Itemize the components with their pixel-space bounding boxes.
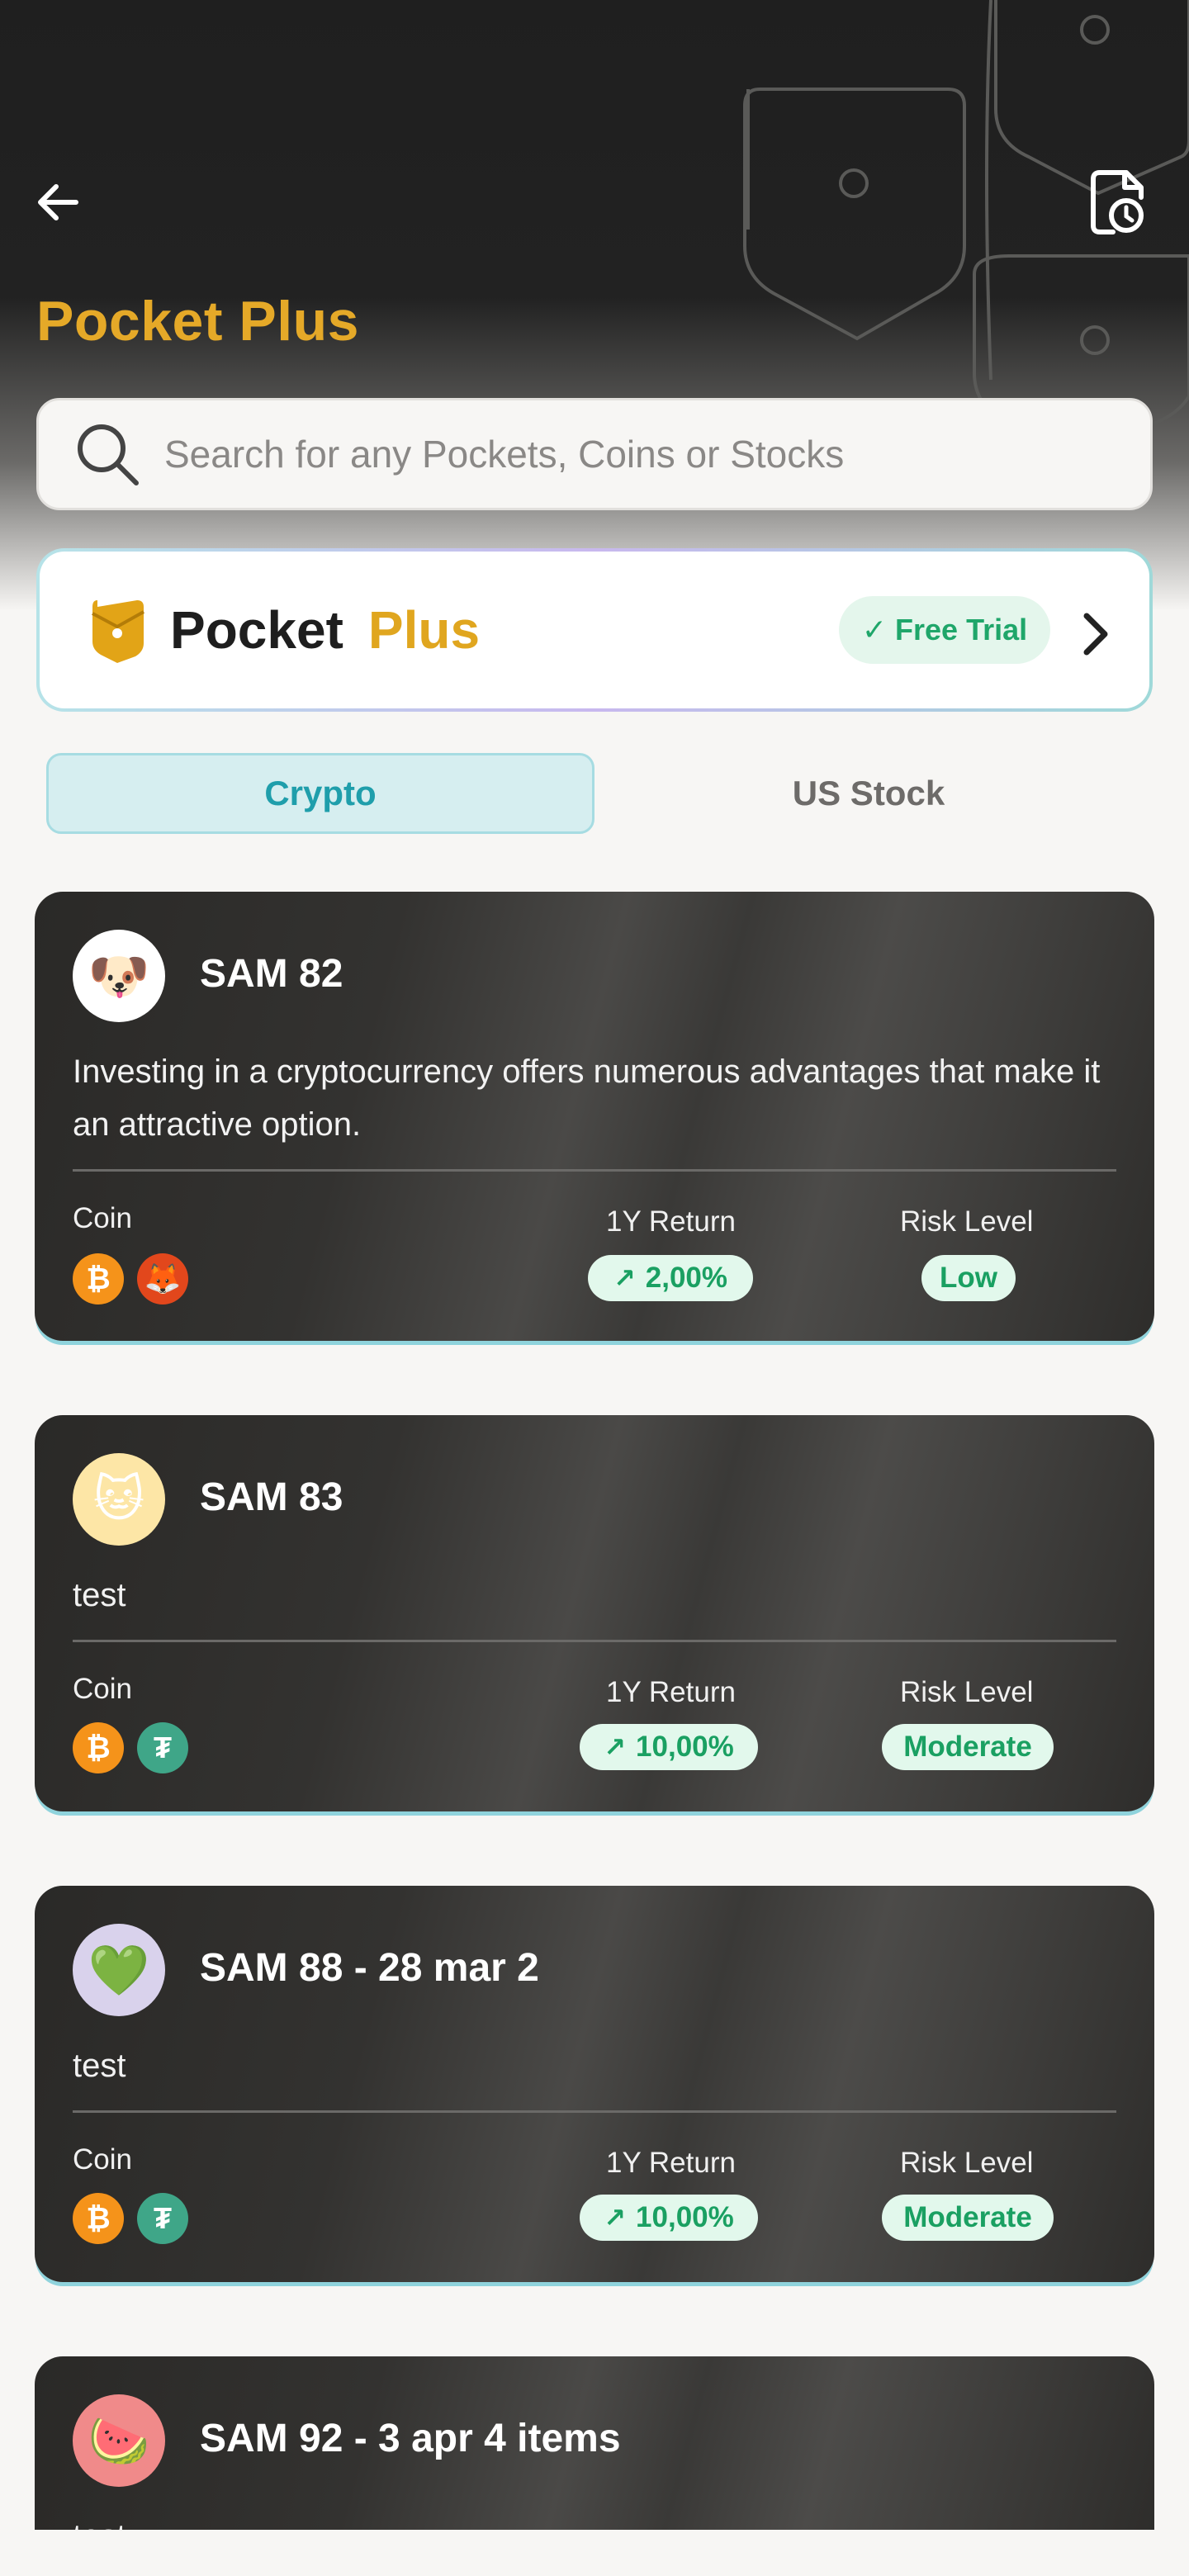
pocket-card[interactable]: 🐶 SAM 82 Investing in a cryptocurrency o…: [35, 892, 1154, 1341]
pocket-description: test: [73, 2510, 1121, 2530]
bitcoin-icon: ₿: [73, 1722, 124, 1773]
risk-label: Risk Level: [900, 2147, 1034, 2179]
pocket-plus-banner[interactable]: Pocket Plus ✓ Free Trial: [36, 548, 1153, 712]
pocket-card[interactable]: 🍉 SAM 92 - 3 apr 4 items test: [35, 2356, 1154, 2530]
arrow-up-right-icon: ↗: [604, 1732, 627, 1762]
check-icon: ✓: [861, 613, 888, 646]
pocket-card[interactable]: 💚 SAM 88 - 28 mar 2 test Coin 1Y Return …: [35, 1886, 1154, 2282]
return-label: 1Y Return: [606, 1205, 736, 1238]
pocket-name: SAM 88 - 28 mar 2: [200, 1946, 539, 1990]
card-divider: [73, 2110, 1116, 2113]
pocket-avatar: 🐱: [73, 1453, 165, 1546]
chevron-right-icon[interactable]: [1070, 601, 1120, 667]
tab-us-stock[interactable]: US Stock: [594, 753, 1143, 834]
pocket-card[interactable]: 🐱 SAM 83 test Coin 1Y Return Risk Level …: [35, 1415, 1154, 1811]
bitcoin-icon: ₿: [73, 2193, 124, 2244]
page-title: Pocket Plus: [36, 290, 359, 353]
pocket-description: Investing in a cryptocurrency offers num…: [73, 1054, 1101, 1143]
banner-brand-plus: Plus: [367, 600, 481, 660]
return-badge: ↗ 2,00%: [588, 1255, 753, 1301]
tether-icon: ₮: [137, 2193, 188, 2244]
tab-crypto[interactable]: Crypto: [46, 753, 594, 834]
banner-brand-pocket: Pocket: [170, 600, 343, 660]
card-divider: [73, 1169, 1116, 1172]
back-button[interactable]: [25, 169, 91, 235]
risk-label: Risk Level: [900, 1676, 1034, 1708]
risk-badge: Moderate: [882, 1724, 1054, 1770]
search-icon: [70, 417, 144, 491]
pocket-avatar: 🐶: [73, 930, 165, 1022]
risk-label: Risk Level: [900, 1205, 1034, 1238]
return-value: 10,00%: [636, 2201, 734, 2233]
arrow-up-right-icon: ↗: [613, 1263, 636, 1293]
return-label: 1Y Return: [606, 2147, 736, 2179]
pocket-avatar: 🍉: [73, 2394, 165, 2487]
file-history-icon: [1091, 170, 1144, 234]
pocket-name: SAM 92 - 3 apr 4 items: [200, 2417, 621, 2460]
return-badge: ↗ 10,00%: [580, 2195, 758, 2241]
pocket-avatar: 💚: [73, 1924, 165, 2016]
return-label: 1Y Return: [606, 1676, 736, 1708]
bitcoin-icon: ₿: [73, 1253, 124, 1305]
coin-label: Coin: [73, 1673, 132, 1705]
coin-label: Coin: [73, 2143, 132, 2176]
arrow-up-right-icon: ↗: [604, 2203, 627, 2233]
pocket-logo-icon: [92, 600, 144, 663]
return-badge: ↗ 10,00%: [580, 1724, 758, 1770]
pocket-name: SAM 83: [200, 1475, 343, 1519]
free-trial-label: Free Trial: [895, 613, 1028, 646]
risk-badge: Moderate: [882, 2195, 1054, 2241]
header-background: Pocket Plus: [0, 0, 1189, 611]
asset-type-tabs: Crypto US Stock: [46, 753, 1143, 834]
search-bar[interactable]: [36, 398, 1153, 510]
card-divider: [73, 1640, 1116, 1642]
pocket-description: test: [73, 1577, 126, 1613]
history-button[interactable]: [1082, 165, 1156, 239]
free-trial-badge[interactable]: ✓ Free Trial: [839, 596, 1050, 664]
search-input[interactable]: [163, 431, 1074, 477]
arrow-left-icon: [38, 184, 78, 220]
coin-label: Coin: [73, 1202, 132, 1234]
shiba-inu-icon: 🦊: [137, 1253, 188, 1305]
tether-icon: ₮: [137, 1722, 188, 1773]
return-value: 10,00%: [636, 1731, 734, 1763]
pocket-description: test: [73, 2048, 126, 2084]
return-value: 2,00%: [645, 1262, 728, 1294]
pocket-name: SAM 82: [200, 952, 343, 996]
risk-badge: Low: [921, 1255, 1016, 1301]
